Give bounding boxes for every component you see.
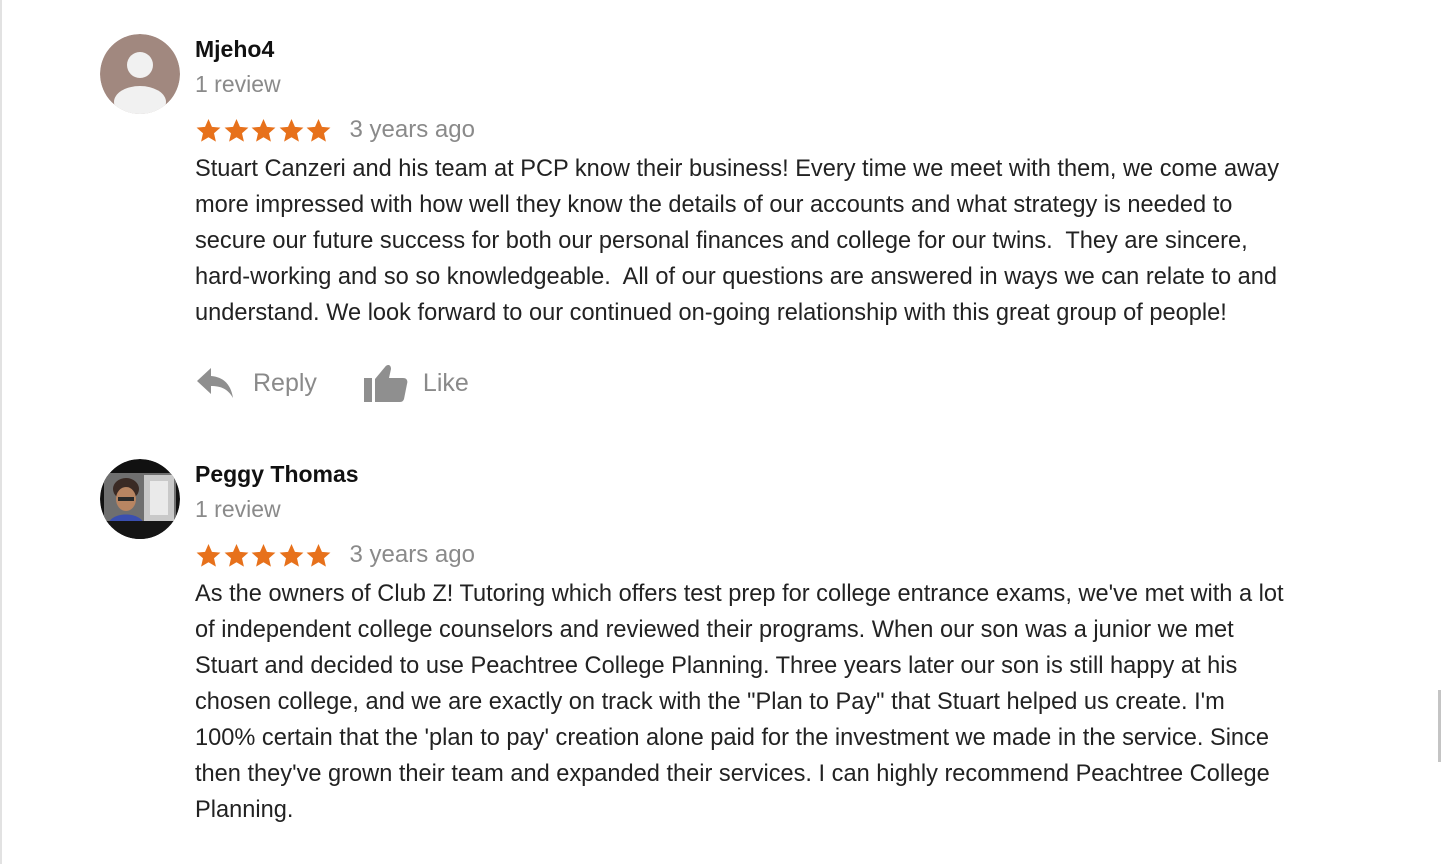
- star-icon: [306, 543, 331, 567]
- star-icon: [251, 543, 276, 567]
- review-text: Stuart Canzeri and his team at PCP know …: [195, 156, 1280, 326]
- user-photo-avatar-icon[interactable]: [100, 459, 180, 539]
- reply-label: Reply: [253, 368, 317, 397]
- reviewer-name[interactable]: Mjeho4: [195, 34, 1405, 64]
- star-rating: [195, 117, 333, 144]
- star-icon: [224, 118, 248, 142]
- star-icon: [279, 118, 303, 142]
- review-date: 3 years ago: [349, 541, 475, 568]
- star-rating: [195, 542, 333, 569]
- star-icon: [196, 543, 221, 567]
- scrollbar-thumb[interactable]: [1438, 690, 1441, 762]
- default-user-avatar-icon[interactable]: [100, 34, 180, 114]
- page-left-border: [0, 0, 2, 864]
- reviewer-name[interactable]: Peggy Thomas: [195, 459, 1405, 489]
- review-text: As the owners of Club Z! Tutoring which …: [195, 581, 1284, 823]
- like-label: Like: [422, 368, 469, 397]
- star-icon: [196, 118, 221, 142]
- star-icon: [279, 543, 303, 567]
- reply-arrow-icon: [197, 368, 233, 398]
- thumbs-up-icon: [363, 364, 408, 402]
- star-icon: [306, 118, 331, 142]
- reviewer-review-count: 1 review: [195, 496, 281, 522]
- star-icon: [224, 543, 248, 567]
- reviewer-review-count: 1 review: [195, 71, 281, 97]
- reply-button[interactable]: Reply: [195, 366, 317, 400]
- review-date: 3 years ago: [349, 116, 475, 143]
- like-button[interactable]: Like: [363, 362, 469, 404]
- star-icon: [251, 118, 276, 142]
